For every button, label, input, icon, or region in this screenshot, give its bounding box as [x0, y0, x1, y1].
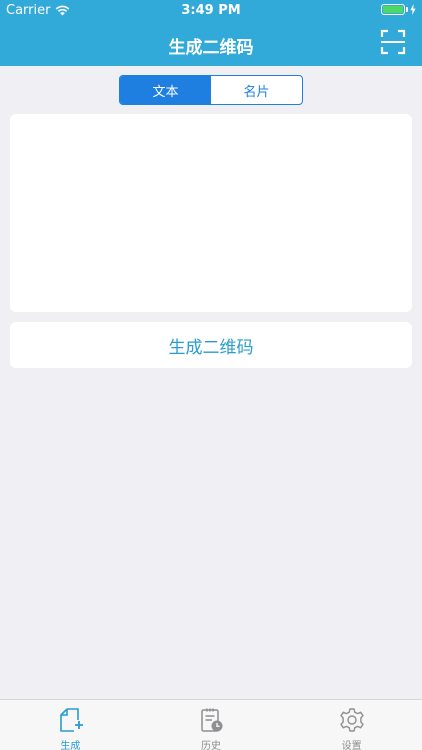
- history-clipboard-icon: [201, 708, 223, 732]
- status-time: 3:49 PM: [181, 3, 241, 18]
- segment-business-card[interactable]: 名片: [211, 76, 302, 104]
- battery-level: [383, 6, 403, 13]
- battery-icon: [381, 4, 405, 15]
- tab-generate[interactable]: 生成: [0, 700, 141, 750]
- new-document-icon: [60, 708, 84, 732]
- tab-label-generate: 生成: [60, 741, 81, 750]
- battery-tip: [406, 7, 408, 12]
- tab-label-history: 历史: [201, 741, 221, 750]
- generate-qr-button[interactable]: 生成二维码: [10, 322, 412, 368]
- type-segmented-control: 文本 名片: [119, 75, 303, 105]
- header: Carrier 3:49 PM 生成二维码: [0, 0, 422, 66]
- tab-history[interactable]: 历史: [141, 700, 282, 750]
- content-text-input[interactable]: [10, 114, 412, 312]
- tab-label-settings: 设置: [341, 741, 362, 750]
- scan-qr-icon[interactable]: [380, 29, 406, 55]
- tab-settings[interactable]: 设置: [281, 700, 422, 750]
- status-bar: Carrier 3:49 PM: [0, 0, 422, 22]
- page-title: 生成二维码: [168, 38, 254, 58]
- battery-indicator: [381, 4, 416, 15]
- charging-bolt-icon: [410, 4, 416, 15]
- screen: Carrier 3:49 PM 生成二维码 文本 名片 生成二维码 生成 历史 …: [0, 0, 422, 750]
- gear-icon: [339, 708, 364, 732]
- tab-bar: 生成 历史 设置: [0, 699, 422, 750]
- segment-text[interactable]: 文本: [120, 76, 211, 104]
